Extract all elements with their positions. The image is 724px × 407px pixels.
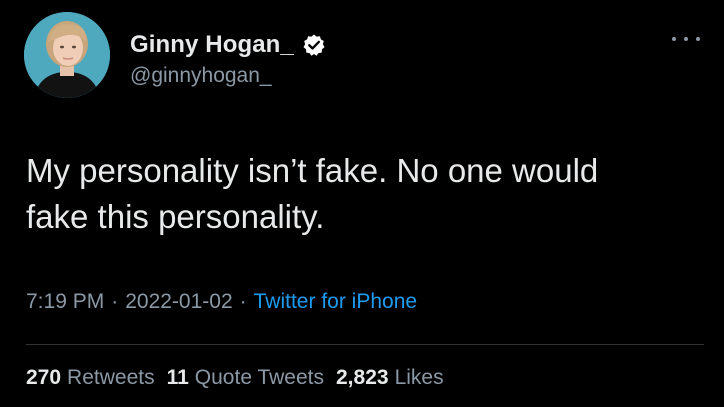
dot	[672, 37, 676, 41]
likes-stat[interactable]: 2,823 Likes	[336, 366, 444, 390]
divider	[26, 344, 704, 345]
tweet-card: Ginny Hogan_ @ginnyhogan_ My personality…	[0, 0, 724, 407]
more-options-icon[interactable]	[672, 32, 700, 46]
quote-tweets-stat[interactable]: 11 Quote Tweets	[167, 366, 324, 390]
tweet-metadata: 7:19 PM · 2022-01-02 · Twitter for iPhon…	[26, 290, 417, 314]
separator: ·	[239, 290, 247, 313]
avatar-image	[24, 12, 110, 98]
quote-tweets-count: 11	[166, 366, 189, 389]
tweet-source[interactable]: Twitter for iPhone	[254, 290, 417, 314]
name-row: Ginny Hogan_	[130, 30, 326, 60]
likes-label: Likes	[394, 366, 444, 389]
display-name[interactable]: Ginny Hogan_	[130, 31, 294, 59]
verified-badge-icon	[302, 33, 326, 57]
dot	[696, 37, 700, 41]
tweet-date[interactable]: 2022-01-02	[125, 290, 232, 314]
likes-count: 2,823	[336, 366, 389, 389]
retweets-label: Retweets	[67, 366, 155, 389]
user-info: Ginny Hogan_ @ginnyhogan_	[130, 30, 326, 88]
quote-tweets-label: Quote Tweets	[194, 366, 324, 389]
tweet-time[interactable]: 7:19 PM	[26, 290, 104, 314]
dot	[684, 37, 688, 41]
separator: ·	[111, 290, 119, 313]
user-handle[interactable]: @ginnyhogan_	[130, 64, 326, 88]
engagement-stats: 270 Retweets 11 Quote Tweets 2,823 Likes	[26, 366, 456, 390]
retweets-count: 270	[26, 366, 62, 389]
avatar[interactable]	[24, 12, 110, 98]
tweet-text: My personality isn’t fake. No one would …	[26, 152, 599, 235]
retweets-stat[interactable]: 270 Retweets	[26, 366, 155, 390]
